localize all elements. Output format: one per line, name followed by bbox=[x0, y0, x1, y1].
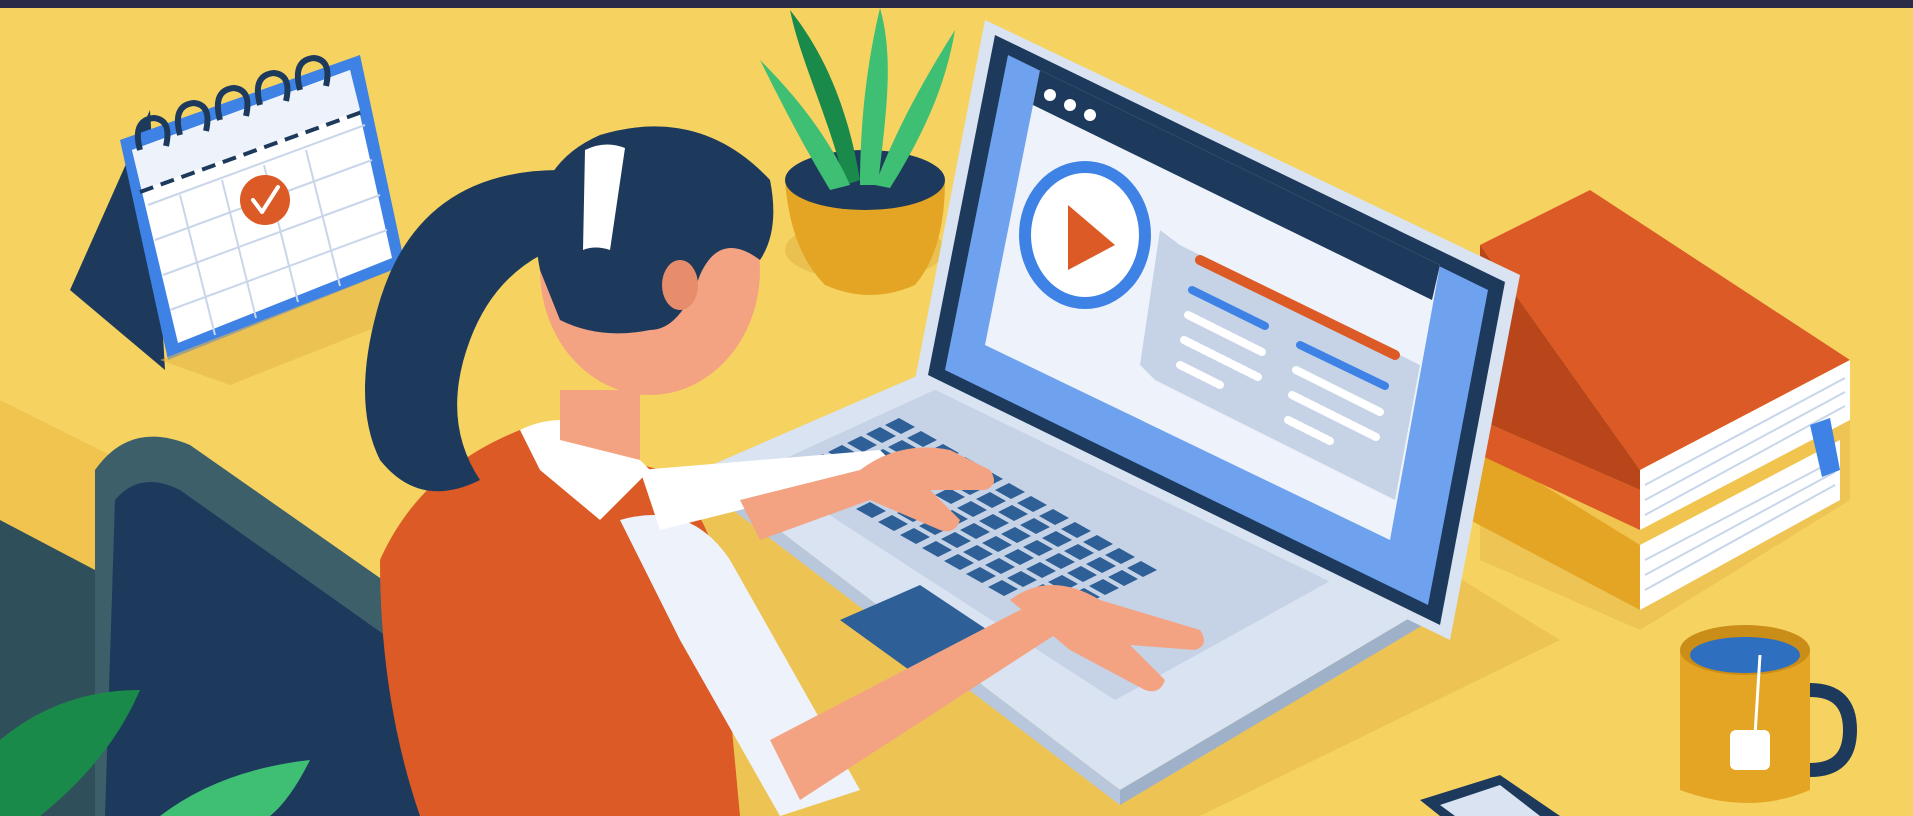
top-bar bbox=[0, 0, 1913, 8]
illustration-svg bbox=[0, 0, 1913, 816]
play-icon bbox=[1019, 161, 1151, 309]
tea-tag bbox=[1730, 730, 1770, 770]
illustration-scene bbox=[0, 0, 1913, 816]
check-icon bbox=[240, 175, 290, 225]
